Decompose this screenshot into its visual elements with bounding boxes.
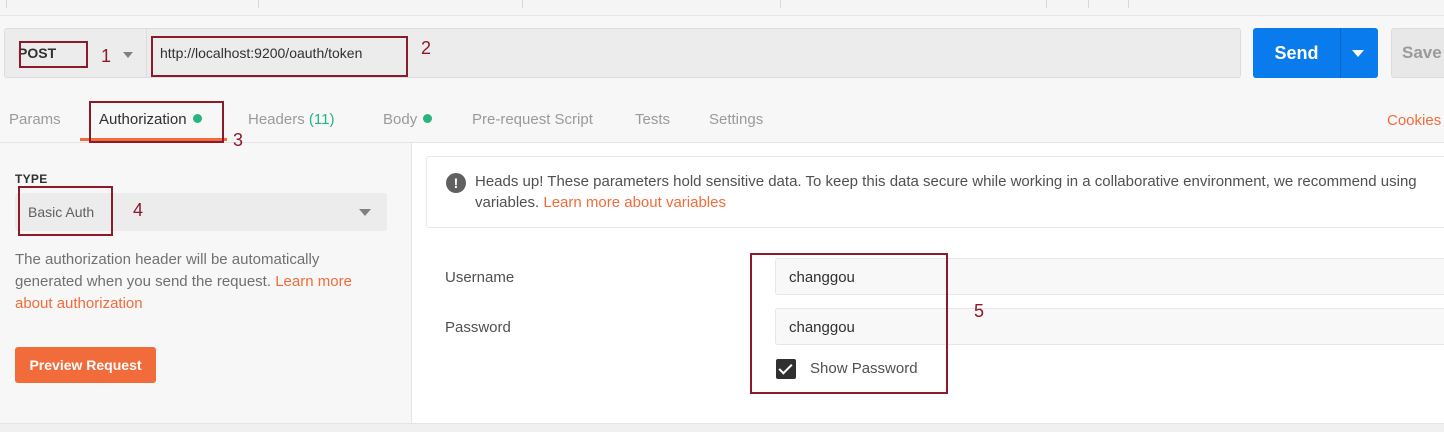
tab-headers[interactable]: Headers (11): [248, 111, 334, 128]
tab-pre-request-script[interactable]: Pre-request Script: [472, 111, 593, 128]
save-label: Save: [1402, 43, 1442, 62]
annotation-box-credentials: [750, 253, 948, 394]
annotation-number: 5: [974, 301, 985, 321]
annotation-box-url: [151, 36, 408, 77]
preview-request-button[interactable]: Preview Request: [15, 347, 156, 383]
learn-more-variables-link[interactable]: Learn more about variables: [543, 194, 726, 211]
annotation-box-auth-type: [18, 186, 113, 236]
annotation-number: 2: [421, 38, 432, 58]
request-tab-strip: [0, 0, 1444, 16]
send-button[interactable]: Send: [1253, 28, 1378, 78]
cookies-link[interactable]: Cookies: [1387, 112, 1441, 129]
type-label: TYPE: [15, 172, 48, 186]
chevron-down-icon: [123, 52, 133, 58]
annotation-number: 4: [133, 200, 144, 220]
annotation-number: 3: [233, 130, 244, 150]
save-button[interactable]: Save: [1391, 28, 1444, 78]
annotation-number: 1: [101, 46, 112, 66]
tab-tests[interactable]: Tests: [635, 111, 670, 128]
headers-count: (11): [308, 111, 335, 128]
annotation-box-method: [19, 41, 88, 68]
tab-params[interactable]: Params: [9, 111, 61, 128]
password-label: Password: [445, 319, 511, 336]
annotation-box-authorization-tab: [89, 101, 224, 143]
tab-body[interactable]: Body: [383, 111, 433, 128]
status-dot-icon: [423, 114, 433, 123]
send-options-chevron-icon[interactable]: [1352, 50, 1364, 57]
send-label: Send: [1274, 43, 1319, 63]
auth-description: The authorization header will be automat…: [15, 251, 352, 312]
exclamation-icon: !: [446, 173, 466, 193]
sensitive-data-notice: ! Heads up! These parameters hold sensit…: [426, 156, 1444, 228]
auth-type-panel: TYPE Basic Auth The authorization header…: [0, 143, 412, 423]
tab-settings[interactable]: Settings: [709, 111, 763, 128]
chevron-down-icon: [359, 209, 371, 216]
username-label: Username: [445, 269, 515, 286]
